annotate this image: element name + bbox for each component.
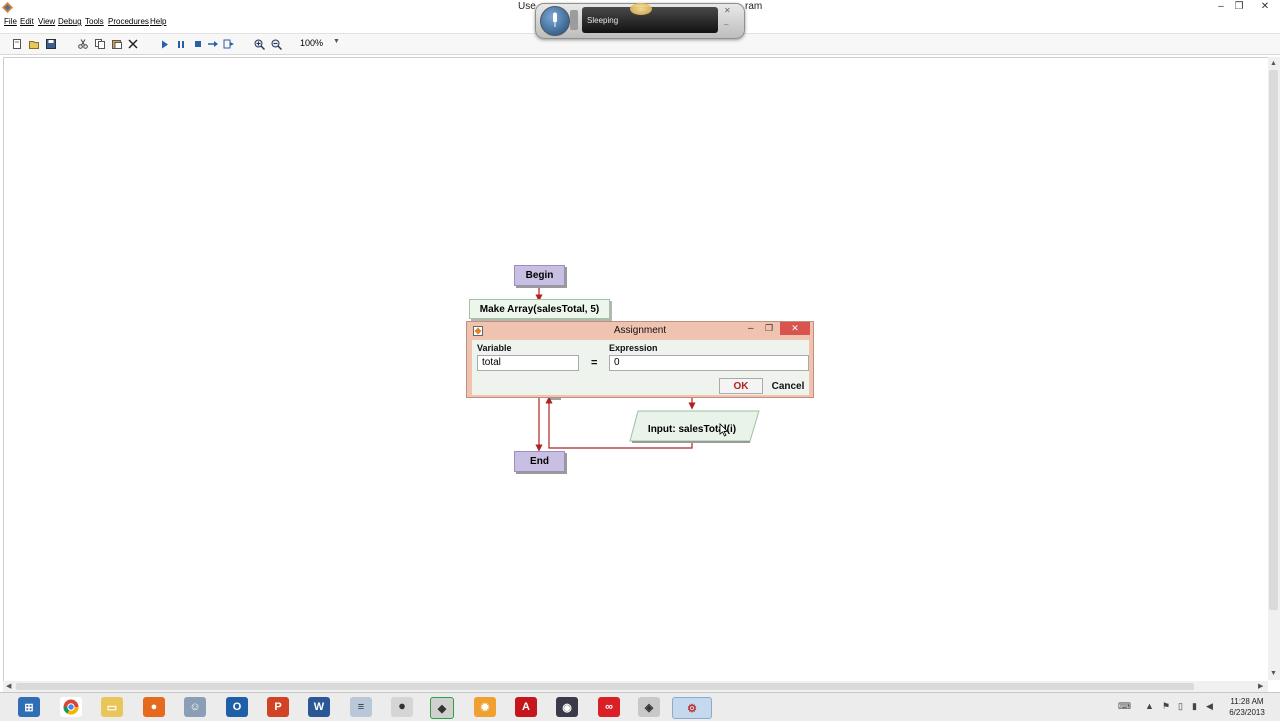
dialog-title: Assignment bbox=[613, 325, 667, 336]
app-dark-icon[interactable]: ◉ bbox=[556, 697, 578, 717]
scroll-left-icon[interactable]: ◀ bbox=[6, 682, 11, 690]
scroll-up-icon[interactable]: ▲ bbox=[1270, 60, 1277, 67]
vertical-scroll-thumb[interactable] bbox=[1269, 70, 1278, 610]
speech-close-icon[interactable]: ✕ bbox=[724, 6, 731, 15]
acrobat-icon[interactable]: A bbox=[515, 697, 537, 717]
end-terminal[interactable]: End bbox=[514, 451, 565, 472]
word-icon[interactable]: W bbox=[308, 697, 330, 717]
dialog-close-button[interactable]: ✕ bbox=[780, 322, 810, 335]
speech-recognition-widget: Sleeping ✕ – bbox=[535, 3, 745, 39]
taskbar: ⊞ ▭ ● ☺ O P W ≡ ⏺ ◆ ✹ A ◉ ∞ ◈ ⚙ ⌨ ▲ ⚑ ▯ … bbox=[0, 692, 1280, 721]
settings-icon[interactable]: ✹ bbox=[474, 697, 496, 717]
creative-cloud-icon[interactable]: ∞ bbox=[598, 697, 620, 717]
app-green-icon[interactable]: ◆ bbox=[430, 697, 454, 719]
scroll-right-icon[interactable]: ▶ bbox=[1258, 682, 1263, 690]
start-icon[interactable]: ⊞ bbox=[18, 697, 40, 717]
ok-button[interactable]: OK bbox=[719, 378, 763, 394]
expression-label: Expression bbox=[609, 343, 658, 353]
chrome-icon[interactable] bbox=[60, 697, 82, 717]
dialog-maximize-button[interactable]: ❐ bbox=[765, 323, 773, 334]
speech-minimize-icon[interactable]: – bbox=[724, 20, 728, 29]
status-glow bbox=[630, 3, 652, 15]
flag-icon[interactable]: ⚑ bbox=[1162, 701, 1170, 712]
equals-sign: = bbox=[591, 357, 598, 369]
variable-label: Variable bbox=[477, 343, 512, 353]
volume-icon[interactable]: ◀ bbox=[1206, 701, 1213, 712]
show-hidden-icon[interactable]: ▲ bbox=[1145, 701, 1154, 711]
assignment-dialog: Assignment – ❐ ✕ Variable total = Expres… bbox=[466, 321, 814, 398]
speech-status-text: Sleeping bbox=[587, 16, 619, 25]
microphone-button[interactable] bbox=[540, 6, 570, 36]
notepad-icon[interactable]: ≡ bbox=[350, 697, 372, 717]
cancel-button[interactable]: Cancel bbox=[768, 378, 808, 394]
pidgin-icon[interactable]: ☺ bbox=[184, 697, 206, 717]
clock-date[interactable]: 6/23/2013 bbox=[1222, 708, 1272, 717]
dialog-minimize-button[interactable]: – bbox=[748, 323, 754, 334]
keyboard-icon[interactable]: ⌨ bbox=[1118, 701, 1131, 712]
battery-icon[interactable]: ▯ bbox=[1178, 701, 1183, 712]
raptor-alt-icon[interactable]: ◈ bbox=[638, 697, 660, 717]
speech-status-display: Sleeping bbox=[582, 3, 718, 33]
raptor-taskbar-icon[interactable]: ⚙ bbox=[672, 697, 712, 719]
network-icon[interactable]: ▮ bbox=[1192, 701, 1197, 712]
make-array-statement[interactable]: Make Array(salesTotal, 5) bbox=[469, 299, 610, 319]
powerpoint-icon[interactable]: P bbox=[267, 697, 289, 717]
microphone-icon bbox=[553, 12, 557, 27]
cursor-icon bbox=[719, 423, 728, 437]
horizontal-scroll-thumb[interactable] bbox=[16, 683, 1194, 690]
firefox-icon[interactable]: ● bbox=[143, 697, 165, 717]
dialog-body: Variable total = Expression 0 OK Cancel bbox=[472, 340, 809, 395]
audio-level-meter bbox=[570, 10, 578, 30]
microphone-icon[interactable]: ⏺ bbox=[391, 697, 413, 717]
outlook-icon[interactable]: O bbox=[226, 697, 248, 717]
expression-input[interactable]: 0 bbox=[609, 355, 809, 371]
begin-terminal[interactable]: Begin bbox=[514, 265, 565, 286]
scroll-down-icon[interactable]: ▼ bbox=[1270, 670, 1277, 677]
input-statement-label: Input: salesTotal(i) bbox=[647, 423, 737, 435]
explorer-icon[interactable]: ▭ bbox=[101, 697, 123, 717]
clock-time[interactable]: 11:28 AM bbox=[1222, 697, 1272, 706]
variable-input[interactable]: total bbox=[477, 355, 579, 371]
